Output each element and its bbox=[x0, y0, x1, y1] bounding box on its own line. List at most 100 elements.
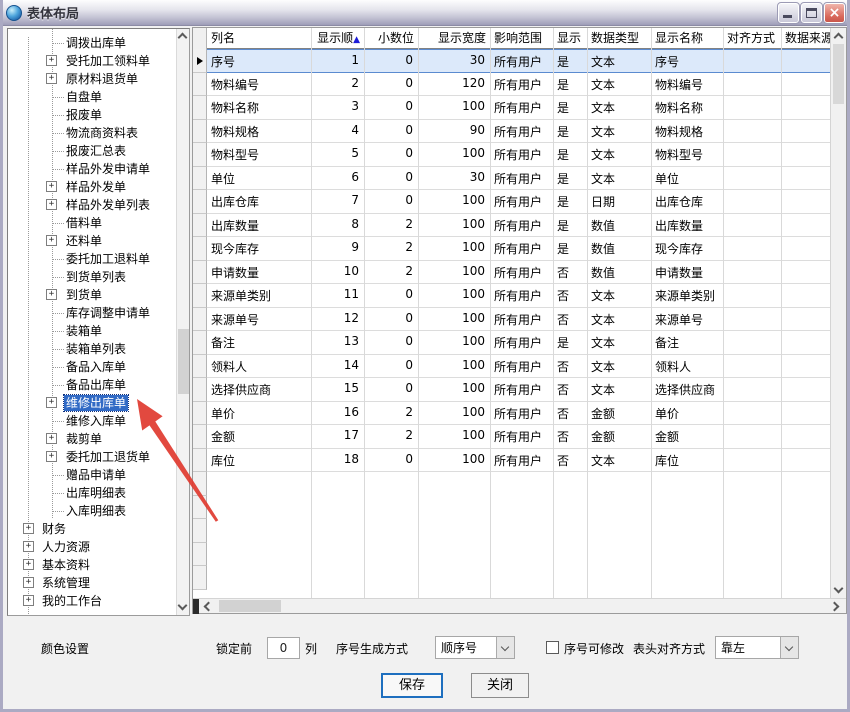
row-selector-cell[interactable] bbox=[193, 308, 207, 332]
table-cell[interactable]: 否 bbox=[553, 261, 587, 284]
table-cell[interactable]: 0 bbox=[364, 355, 418, 378]
table-cell[interactable] bbox=[781, 308, 830, 331]
table-cell[interactable]: 0 bbox=[364, 308, 418, 331]
table-cell[interactable] bbox=[723, 237, 781, 260]
tree-item[interactable]: +样品外发单列表 bbox=[8, 196, 175, 214]
table-cell[interactable]: 金额 bbox=[651, 425, 723, 448]
table-cell[interactable]: 所有用户 bbox=[490, 214, 553, 237]
scroll-left-icon[interactable] bbox=[204, 602, 214, 612]
tree-item-label[interactable]: 装箱单列表 bbox=[64, 341, 128, 357]
tree-item-label[interactable]: 调拨出库单 bbox=[64, 35, 128, 51]
table-cell[interactable]: 所有用户 bbox=[490, 308, 553, 331]
row-selector-cell[interactable] bbox=[193, 566, 207, 590]
table-cell[interactable]: 领料人 bbox=[651, 355, 723, 378]
grid-column-header[interactable]: 显示名称 bbox=[651, 28, 723, 49]
table-cell[interactable]: 来源单类别 bbox=[207, 284, 311, 307]
table-cell[interactable]: 物料规格 bbox=[207, 120, 311, 143]
tree-item[interactable]: 维修入库单 bbox=[8, 412, 175, 430]
tree-item-label[interactable]: 人力资源 bbox=[40, 539, 92, 555]
table-cell[interactable]: 100 bbox=[418, 190, 490, 213]
header-align-select[interactable]: 靠左 bbox=[715, 636, 799, 659]
tree-item-label[interactable]: 物流商资料表 bbox=[64, 125, 140, 141]
table-row[interactable]: 物料名称30100所有用户是文本物料名称 bbox=[207, 96, 830, 120]
table-cell[interactable]: 所有用户 bbox=[490, 190, 553, 213]
table-cell[interactable]: 0 bbox=[364, 96, 418, 119]
tree-item[interactable]: 备品入库单 bbox=[8, 358, 175, 376]
table-cell[interactable] bbox=[723, 96, 781, 119]
table-cell[interactable]: 100 bbox=[418, 143, 490, 166]
table-cell[interactable]: 文本 bbox=[587, 73, 651, 96]
tree-item-label[interactable]: 基本资料 bbox=[40, 557, 92, 573]
table-cell[interactable]: 来源单号 bbox=[651, 308, 723, 331]
table-cell[interactable]: 现今库存 bbox=[207, 237, 311, 260]
row-selector-cell[interactable] bbox=[193, 331, 207, 355]
table-cell[interactable] bbox=[723, 73, 781, 96]
table-cell[interactable]: 2 bbox=[364, 425, 418, 448]
table-cell[interactable] bbox=[723, 284, 781, 307]
tree-item[interactable]: 自盘单 bbox=[8, 88, 175, 106]
table-cell[interactable]: 100 bbox=[418, 449, 490, 472]
table-row[interactable]: 来源单号120100所有用户否文本来源单号 bbox=[207, 308, 830, 332]
table-cell[interactable]: 30 bbox=[418, 50, 490, 72]
row-selector-cell[interactable] bbox=[193, 237, 207, 261]
table-cell[interactable]: 0 bbox=[364, 449, 418, 472]
table-cell[interactable] bbox=[781, 190, 830, 213]
table-cell[interactable] bbox=[781, 449, 830, 472]
table-cell[interactable]: 0 bbox=[364, 143, 418, 166]
tree-item[interactable]: +系统管理 bbox=[8, 574, 175, 592]
table-cell[interactable]: 备注 bbox=[207, 331, 311, 354]
tree-item-label[interactable]: 我的工作台 bbox=[40, 593, 104, 609]
table-cell[interactable]: 是 bbox=[553, 143, 587, 166]
row-selector-cell[interactable] bbox=[193, 261, 207, 285]
tree-scrollbar[interactable] bbox=[176, 29, 189, 615]
tree-item[interactable]: +原材料退货单 bbox=[8, 70, 175, 88]
table-cell[interactable]: 出库仓库 bbox=[651, 190, 723, 213]
grid-vscroll-thumb[interactable] bbox=[833, 44, 844, 104]
table-row[interactable]: 物料型号50100所有用户是文本物料型号 bbox=[207, 143, 830, 167]
tree-item-label[interactable]: 委托加工退货单 bbox=[64, 449, 152, 465]
tree-item[interactable]: 到货单列表 bbox=[8, 268, 175, 286]
table-cell[interactable] bbox=[723, 425, 781, 448]
tree-item-label[interactable]: 还料单 bbox=[64, 233, 104, 249]
table-cell[interactable]: 12 bbox=[311, 308, 364, 331]
table-cell[interactable]: 是 bbox=[553, 237, 587, 260]
scroll-down-icon[interactable] bbox=[178, 601, 188, 611]
row-selector-cell[interactable] bbox=[193, 543, 207, 567]
table-cell[interactable]: 文本 bbox=[587, 449, 651, 472]
expand-plus-icon[interactable]: + bbox=[46, 55, 57, 66]
table-cell[interactable]: 2 bbox=[311, 73, 364, 96]
table-cell[interactable] bbox=[723, 167, 781, 190]
tree-item-label[interactable]: 到货单列表 bbox=[64, 269, 128, 285]
row-selector-cell[interactable] bbox=[193, 49, 207, 73]
table-cell[interactable]: 3 bbox=[311, 96, 364, 119]
table-cell[interactable]: 18 bbox=[311, 449, 364, 472]
tree-item[interactable]: 报废单 bbox=[8, 106, 175, 124]
table-cell[interactable]: 单位 bbox=[207, 167, 311, 190]
table-cell[interactable]: 文本 bbox=[587, 120, 651, 143]
table-cell[interactable]: 10 bbox=[311, 261, 364, 284]
table-cell[interactable]: 所有用户 bbox=[490, 284, 553, 307]
row-selector-cell[interactable] bbox=[193, 355, 207, 379]
table-cell[interactable]: 选择供应商 bbox=[207, 378, 311, 401]
table-cell[interactable] bbox=[723, 331, 781, 354]
row-selector-cell[interactable] bbox=[193, 425, 207, 449]
table-cell[interactable]: 100 bbox=[418, 284, 490, 307]
table-cell[interactable]: 单价 bbox=[651, 402, 723, 425]
color-settings-label[interactable]: 颜色设置 bbox=[41, 640, 89, 658]
expand-plus-icon[interactable]: + bbox=[23, 559, 34, 570]
row-selector-cell[interactable] bbox=[193, 73, 207, 97]
grid-column-header[interactable]: 数据来源 bbox=[781, 28, 830, 49]
tree-item-label[interactable]: 报废单 bbox=[64, 107, 104, 123]
tree-item-label[interactable]: 备品入库单 bbox=[64, 359, 128, 375]
table-cell[interactable]: 0 bbox=[364, 50, 418, 72]
expand-plus-icon[interactable]: + bbox=[46, 397, 57, 408]
close-button[interactable]: × bbox=[824, 3, 845, 23]
table-cell[interactable]: 5 bbox=[311, 143, 364, 166]
table-cell[interactable]: 11 bbox=[311, 284, 364, 307]
table-cell[interactable]: 申请数量 bbox=[651, 261, 723, 284]
row-selector-cell[interactable] bbox=[193, 214, 207, 238]
table-cell[interactable]: 否 bbox=[553, 308, 587, 331]
table-cell[interactable]: 16 bbox=[311, 402, 364, 425]
lock-columns-input[interactable] bbox=[267, 637, 300, 659]
table-cell[interactable]: 现今库存 bbox=[651, 237, 723, 260]
